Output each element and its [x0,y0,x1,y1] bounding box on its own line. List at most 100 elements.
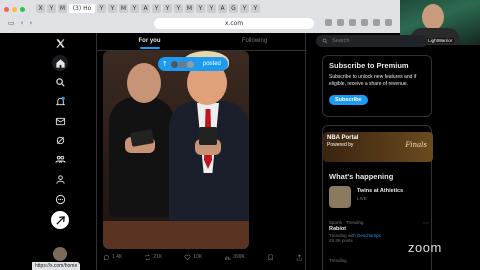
share-icon [296,253,303,260]
browser-toolbar: X Y M (3) Ho Y Y M Y A Y Y Y M Y Y A G Y Y ▭ ‹ › x.com [0,0,400,33]
repost-count: 21K [153,254,163,260]
extension-icon[interactable] [325,19,332,26]
messages-icon[interactable] [52,113,68,129]
live-event[interactable]: Twins at Athletics LIVE [329,186,429,212]
browser-tab-active[interactable]: (3) Ho [69,4,95,13]
search-icon[interactable] [52,74,68,90]
window-controls[interactable] [4,7,25,12]
browser-tab[interactable]: Y [251,4,260,13]
event-status: LIVE [357,196,367,201]
profile-icon[interactable] [52,171,68,187]
pill-avatar [185,59,195,69]
event-name: Twins at Athletics [357,188,404,194]
reply-icon [103,254,110,260]
communities-icon[interactable] [52,151,68,167]
views-button[interactable]: 399K [224,254,245,261]
browser-tab[interactable]: X [36,4,45,13]
left-sidebar [48,33,74,270]
notifications-icon[interactable] [52,93,68,109]
reply-count: 1.4K [112,254,123,260]
whats-happening-heading: What's happening [329,172,394,181]
trend-label: Rabiot [329,226,347,232]
nba-banner[interactable]: NBA Portal Powered by Finals [323,132,433,162]
more-options-icon[interactable]: ⋯ [423,220,429,227]
bookmark-button[interactable] [267,254,274,261]
phone-right [199,127,217,145]
zoom-logo: zoom [408,240,442,255]
finals-logo: Finals [405,141,427,149]
browser-tab[interactable]: Y [97,4,106,13]
avatar[interactable] [53,247,67,261]
views-icon [225,255,231,260]
person-left-body [109,97,175,217]
browser-tab[interactable]: Y [130,4,139,13]
search-icon [322,38,328,44]
repost-button[interactable]: 21K [144,254,162,261]
tab-following[interactable]: Following [202,33,307,50]
post-image[interactable] [103,51,249,249]
browser-tab[interactable]: A [218,4,227,13]
view-count: 399K [233,254,245,260]
browser-tab[interactable]: Y [163,4,172,13]
grok-icon[interactable] [52,132,68,148]
reply-button[interactable]: 1.4K [103,254,122,261]
premium-title: Subscribe to Premium [329,61,409,70]
home-icon[interactable] [52,55,68,71]
browser-tab[interactable]: M [58,4,67,13]
extension-icon[interactable] [373,19,380,26]
event-thumbnail [329,186,351,208]
back-icon[interactable]: ‹ [21,19,24,27]
browser-tab[interactable]: Y [108,4,117,13]
webcam-face [422,4,444,30]
browser-tab[interactable]: Y [240,4,249,13]
feed-tabs: For you Following [97,33,307,51]
extension-icon[interactable] [361,19,368,26]
more-icon[interactable] [52,191,68,207]
search-input[interactable]: Search [316,35,428,47]
sidebar-toggle-icon[interactable]: ▭ [8,19,15,27]
browser-tab[interactable]: A [141,4,150,13]
post-actions: 1.4K 21K 10K 399K [103,251,303,263]
extension-icon[interactable] [337,19,344,26]
browser-tab[interactable]: Y [152,4,161,13]
tab-for-you[interactable]: For you [97,33,202,50]
search-placeholder: Search [332,38,350,44]
trend-sub-link[interactable]: Deschamps [357,233,381,238]
address-bar[interactable]: x.com [154,18,314,29]
extension-icon[interactable] [349,19,356,26]
forward-icon[interactable]: › [29,19,32,27]
arrow-up-icon: ↑ [162,60,168,68]
like-button[interactable]: 10K [184,254,202,261]
trend-item[interactable]: Trending [329,258,429,263]
premium-body: Subscribe to unlock new features and if … [329,74,417,87]
maximize-window-button[interactable] [20,7,25,12]
posted-label: posted [202,61,221,67]
trend-meta: Sports · Trending [329,220,364,225]
premium-card: Subscribe to Premium Subscribe to unlock… [322,55,432,117]
browser-tab[interactable]: M [119,4,128,13]
bookmark-icon [268,254,273,261]
extension-icon[interactable] [385,19,392,26]
post-icon[interactable] [51,211,69,229]
new-posts-pill[interactable]: ↑ posted [158,57,228,71]
browser-extension-icons [325,19,392,26]
nav-buttons: ▭ ‹ › [8,19,32,27]
browser-tab-strip[interactable]: X Y M (3) Ho Y Y M Y A Y Y Y M Y Y A G Y Y [36,4,400,16]
browser-tab[interactable]: G [229,4,238,13]
browser-tab[interactable]: Y [196,4,205,13]
right-sidebar: Search Subscribe to Premium Subscribe to… [316,33,433,270]
like-count: 10K [193,254,203,260]
close-window-button[interactable] [4,7,9,12]
browser-tab[interactable]: Y [47,4,56,13]
browser-tab[interactable]: M [185,4,194,13]
minimize-window-button[interactable] [12,7,17,12]
subscribe-button[interactable]: Subscribe [329,95,368,105]
repost-icon [145,254,151,260]
x-logo-icon[interactable] [52,35,68,51]
status-url: https://x.com/home [32,262,81,270]
browser-tab[interactable]: Y [207,4,216,13]
trend-meta: Trending [329,258,347,263]
share-button[interactable] [296,253,303,261]
browser-tab[interactable]: Y [174,4,183,13]
table [103,221,249,249]
